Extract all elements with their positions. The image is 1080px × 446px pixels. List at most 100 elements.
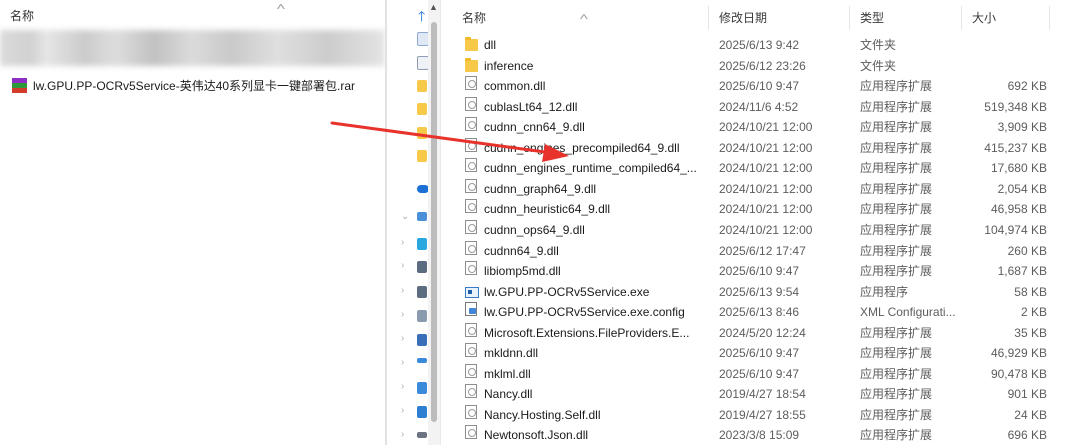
file-row[interactable]: cudnn_engines_runtime_compiled64_... 2024… [441, 158, 1080, 179]
folder-icon[interactable] [417, 127, 427, 139]
column-header-name-label: 名称 [462, 11, 487, 25]
file-type: 应用程序扩展 [860, 79, 933, 94]
file-type: 应用程序扩展 [860, 222, 933, 237]
file-item-rar[interactable]: lw.GPU.PP-OCRv5Service-英伟达40系列显卡一键部署包.ra… [12, 77, 355, 94]
file-type: 应用程序扩展 [860, 99, 933, 114]
file-name: Newtonsoft.Json.dll [484, 428, 589, 443]
config-file-icon [465, 302, 477, 317]
dll-file-icon [465, 343, 477, 358]
file-row[interactable]: cudnn_graph64_9.dll 2024/10/21 12:00 应用程序扩… [441, 178, 1080, 200]
file-size: 104,974 KB [984, 222, 1047, 237]
file-type: 应用程序扩展 [860, 140, 933, 155]
file-name: dll [484, 38, 497, 52]
vertical-scrollbar[interactable]: ▲ [428, 0, 440, 445]
file-row[interactable]: Nancy.dll 2019/4/27 18:54 应用程序扩展 901 KB [441, 384, 1080, 405]
file-size: 90,478 KB [990, 366, 1047, 381]
file-size: 692 KB [1007, 79, 1047, 94]
column-header-size-label: 大小 [972, 11, 997, 25]
file-row[interactable]: cudnn_heuristic64_9.dll 2024/10/21 12:00 应… [441, 199, 1080, 220]
file-row[interactable]: lw.GPU.PP-OCRv5Service.exe 2025/6/13 9:54… [441, 282, 1080, 303]
music-icon[interactable] [417, 334, 427, 346]
file-size: 901 KB [1007, 387, 1047, 402]
file-row[interactable]: Nancy.Hosting.Self.dll 2019/4/27 18:55 应用程… [441, 404, 1080, 426]
desktop-icon[interactable] [417, 238, 427, 250]
column-header-type-label: 类型 [860, 11, 885, 25]
folder-icon[interactable] [417, 80, 427, 92]
file-row[interactable]: mkldnn.dll 2025/6/10 9:47 应用程序扩展 46,929 KB [441, 343, 1080, 364]
documents-icon[interactable] [417, 261, 427, 273]
column-header-type[interactable]: 类型 [850, 6, 962, 30]
file-date: 2025/6/10 9:47 [719, 264, 800, 279]
file-date: 2024/10/21 12:00 [719, 161, 813, 176]
pictures-icon[interactable] [417, 310, 427, 322]
folder-icon[interactable] [417, 103, 427, 115]
file-row[interactable]: dll 2025/6/13 9:42 文件夹 [441, 35, 1080, 56]
chevron-right-icon[interactable]: › [401, 260, 404, 271]
dll-file-icon [465, 117, 477, 132]
right-file-pane: 名称 ˄ 修改日期 类型 大小 dll 2025/6/13 9:42 文件夹 infe… [441, 0, 1080, 445]
file-date: 2019/4/27 18:55 [719, 407, 806, 422]
column-header-date[interactable]: 修改日期 [709, 6, 850, 30]
file-row[interactable]: cudnn_engines_precompiled64_9.dll 2024/10… [441, 137, 1080, 159]
file-name: cudnn64_9.dll [484, 243, 559, 258]
file-type: 应用程序扩展 [860, 387, 933, 402]
file-name: Microsoft.Extensions.FileProviders.E... [484, 325, 690, 340]
file-row[interactable]: cudnn_ops64_9.dll 2024/10/21 12:00 应用程序扩展 1… [441, 219, 1080, 241]
chevron-down-icon[interactable]: ⌄ [401, 211, 409, 222]
dll-file-icon [465, 261, 477, 276]
downloads-icon[interactable] [417, 286, 427, 298]
file-date: 2024/10/21 12:00 [719, 202, 813, 217]
file-type: 应用程序扩展 [860, 161, 933, 176]
file-size: 519,348 KB [984, 99, 1047, 114]
drive-icon[interactable] [417, 432, 427, 438]
file-type: 应用程序扩展 [860, 325, 933, 340]
file-row[interactable]: cudnn64_9.dll 2025/6/12 17:47 应用程序扩展 260 KB [441, 240, 1080, 262]
chevron-right-icon[interactable]: › [401, 381, 404, 392]
file-size: 260 KB [1007, 243, 1047, 258]
computer-icon[interactable] [417, 212, 427, 221]
file-row[interactable]: inference 2025/6/12 23:26 文件夹 [441, 56, 1080, 77]
file-name: mkldnn.dll [484, 346, 539, 361]
chevron-right-icon[interactable]: › [401, 405, 404, 416]
column-header-size[interactable]: 大小 [962, 6, 1050, 30]
scrollbar-thumb[interactable] [431, 22, 437, 422]
file-date: 2025/6/13 8:46 [719, 305, 800, 320]
file-size: 2 KB [1020, 305, 1047, 320]
file-type: 应用程序扩展 [860, 181, 933, 196]
file-row[interactable]: mklml.dll 2025/6/10 9:47 应用程序扩展 90,478 KB [441, 363, 1080, 385]
chevron-right-icon[interactable]: › [401, 285, 404, 296]
file-row[interactable]: Microsoft.Extensions.FileProviders.E... 2… [441, 322, 1080, 344]
file-row[interactable]: libiomp5md.dll 2025/6/10 9:47 应用程序扩展 1,687 … [441, 261, 1080, 282]
file-date: 2025/6/13 9:54 [719, 284, 800, 299]
dll-file-icon [465, 363, 477, 378]
file-type: 应用程序扩展 [860, 346, 933, 361]
up-arrow-icon[interactable]: 🡑 [418, 6, 425, 30]
column-header-name[interactable]: 名称 ˄ [441, 6, 709, 30]
file-name: Nancy.Hosting.Self.dll [484, 407, 601, 422]
chevron-right-icon[interactable]: › [401, 429, 404, 440]
file-type: 应用程序扩展 [860, 120, 933, 135]
file-name: Nancy.dll [484, 387, 533, 402]
chevron-right-icon[interactable]: › [401, 237, 404, 248]
drive-icon[interactable] [417, 382, 427, 394]
scroll-up-icon[interactable]: ▲ [429, 2, 438, 12]
chevron-right-icon[interactable]: › [401, 357, 404, 368]
file-type: 应用程序扩展 [860, 243, 933, 258]
folder-icon[interactable] [417, 150, 427, 162]
column-header-name-left[interactable]: 名称 [10, 7, 34, 24]
file-date: 2024/10/21 12:00 [719, 181, 813, 196]
file-name: lw.GPU.PP-OCRv5Service.exe [484, 284, 650, 299]
network-icon[interactable] [417, 406, 427, 418]
file-row[interactable]: lw.GPU.PP-OCRv5Service.exe.config 2025/6/… [441, 302, 1080, 323]
file-row[interactable]: cublasLt64_12.dll 2024/11/6 4:52 应用程序扩展 519… [441, 96, 1080, 118]
file-row[interactable]: Newtonsoft.Json.dll 2023/3/8 15:09 应用程序扩展 6… [441, 425, 1080, 446]
chevron-right-icon[interactable]: › [401, 333, 404, 344]
chevron-right-icon[interactable]: › [401, 309, 404, 320]
dll-file-icon [465, 178, 477, 193]
videos-icon[interactable] [417, 358, 427, 363]
file-row[interactable]: common.dll 2025/6/10 9:47 应用程序扩展 692 KB [441, 76, 1080, 97]
file-date: 2025/6/12 23:26 [719, 58, 806, 73]
file-type: 文件夹 [860, 38, 897, 52]
file-size: 696 KB [1007, 428, 1047, 443]
file-row[interactable]: cudnn_cnn64_9.dll 2024/10/21 12:00 应用程序扩展 3… [441, 117, 1080, 138]
